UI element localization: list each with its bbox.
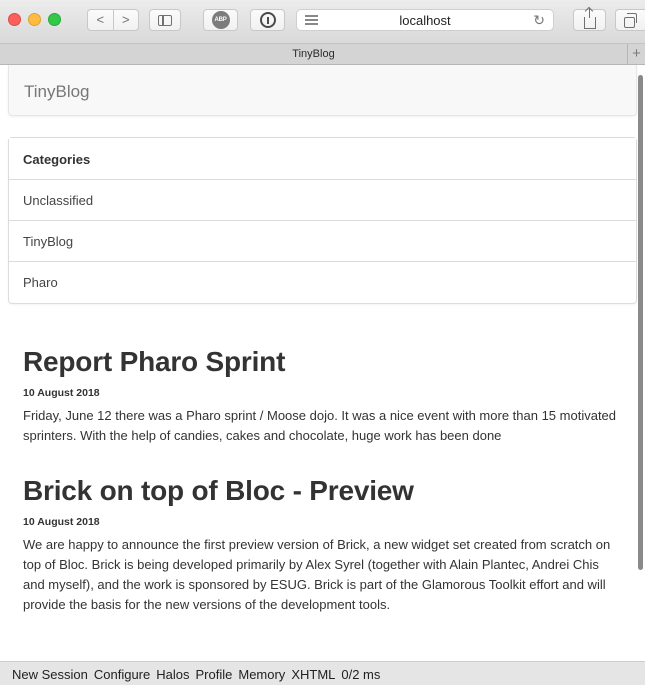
back-button[interactable]: <	[88, 10, 114, 30]
categories-heading: Categories	[9, 138, 636, 180]
address-text: localhost	[399, 12, 451, 28]
history-nav-group: < >	[87, 9, 139, 31]
password-manager-icon	[259, 12, 276, 28]
sidebar-toggle-button[interactable]	[149, 9, 181, 31]
browser-toolbar: < > ABP localhost ↻	[0, 0, 645, 44]
post-brick-on-bloc: Brick on top of Bloc - Preview 10 August…	[23, 475, 623, 615]
password-manager-button[interactable]	[250, 9, 285, 31]
reload-icon[interactable]: ↻	[533, 12, 545, 29]
post-body: Friday, June 12 there was a Pharo sprint…	[23, 408, 617, 443]
profile-link[interactable]: Profile	[196, 667, 233, 685]
category-item-pharo[interactable]: Pharo	[9, 262, 636, 303]
share-icon	[583, 8, 596, 29]
forward-button[interactable]: >	[114, 10, 139, 30]
adblock-extension-button[interactable]: ABP	[203, 9, 238, 31]
tab-bar: TinyBlog +	[0, 44, 645, 65]
render-time-readout: 0/2 ms	[341, 667, 381, 682]
tab-tinyblog[interactable]: TinyBlog	[0, 44, 627, 64]
post-title[interactable]: Report Pharo Sprint	[23, 346, 623, 378]
memory-link[interactable]: Memory	[238, 667, 285, 685]
brand-link[interactable]: TinyBlog	[24, 82, 90, 102]
post-date: 10 August 2018	[23, 516, 100, 528]
new-tab-button[interactable]: +	[627, 44, 645, 64]
xhtml-link[interactable]: XHTML	[291, 667, 335, 685]
reader-view-icon[interactable]	[305, 15, 318, 27]
vertical-scrollbar[interactable]	[638, 75, 643, 570]
minimize-window-button[interactable]	[28, 13, 41, 26]
post-title[interactable]: Brick on top of Bloc - Preview	[23, 475, 623, 507]
tabs-overview-icon	[624, 12, 637, 28]
post-body: We are happy to announce the first previ…	[23, 537, 611, 612]
show-tabs-button[interactable]	[615, 9, 645, 31]
halos-link[interactable]: Halos	[156, 667, 189, 685]
page-viewport: TinyBlog Categories Unclassified TinyBlo…	[0, 65, 645, 661]
share-button[interactable]	[573, 8, 606, 31]
navbar: TinyBlog	[8, 65, 637, 116]
post-date: 10 August 2018	[23, 387, 100, 399]
close-window-button[interactable]	[8, 13, 21, 26]
configure-link[interactable]: Configure	[94, 667, 150, 685]
new-session-link[interactable]: New Session	[12, 667, 88, 685]
post-report-pharo-sprint: Report Pharo Sprint 10 August 2018 Frida…	[23, 346, 623, 446]
seaside-dev-toolbar: New Session Configure Halos Profile Memo…	[0, 661, 645, 685]
category-item-tinyblog[interactable]: TinyBlog	[9, 221, 636, 262]
zoom-window-button[interactable]	[48, 13, 61, 26]
sidebar-icon	[158, 14, 172, 26]
categories-panel: Categories Unclassified TinyBlog Pharo	[8, 137, 637, 304]
address-bar[interactable]: localhost ↻	[296, 9, 554, 31]
category-item-unclassified[interactable]: Unclassified	[9, 180, 636, 221]
adblock-icon: ABP	[211, 11, 230, 29]
